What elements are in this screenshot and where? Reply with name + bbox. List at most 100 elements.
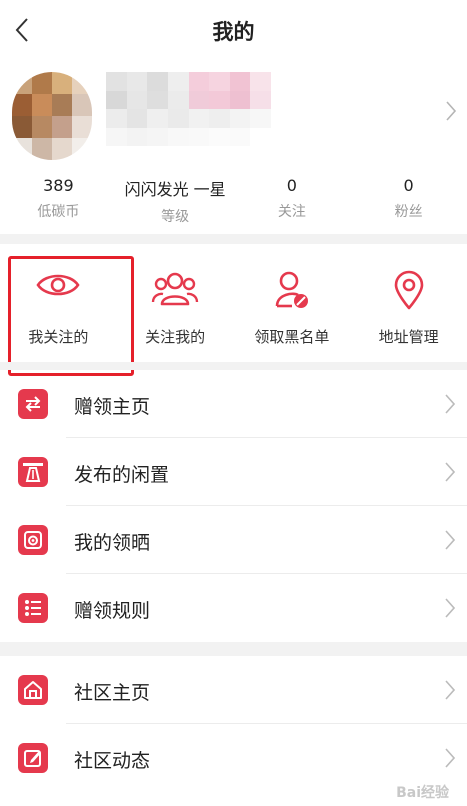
menu-item-label: 发布的闲置 xyxy=(74,464,170,486)
avatar-mosaic-cell xyxy=(52,94,72,116)
menu-item-gift-rules[interactable]: 赠领规则 xyxy=(0,574,467,642)
name-mosaic-cell xyxy=(229,109,251,128)
stat-label: 关注 xyxy=(277,204,306,220)
avatar-mosaic-cell xyxy=(52,72,72,94)
name-mosaic-cell xyxy=(229,127,251,146)
stat-fans[interactable]: 0 粉丝 xyxy=(350,168,467,232)
name-mosaic-cell xyxy=(106,90,127,109)
name-mosaic-cell xyxy=(229,72,251,91)
menu-item-label: 赠领主页 xyxy=(74,396,151,418)
section-divider xyxy=(0,362,467,370)
page-title: 我的 xyxy=(212,20,255,44)
chevron-right-icon xyxy=(445,530,455,550)
stat-coins[interactable]: 389 低碳币 xyxy=(0,168,117,232)
name-mosaic-cell xyxy=(250,72,271,91)
name-mosaic-cell xyxy=(147,109,168,128)
name-mosaic-cell xyxy=(250,90,271,109)
user-block-icon xyxy=(275,271,308,308)
grid-item-label: 地址管理 xyxy=(378,328,439,346)
home-icon xyxy=(18,675,48,705)
name-mosaic-cell xyxy=(147,90,168,109)
name-mosaic-cell xyxy=(250,127,271,146)
swap-icon xyxy=(18,389,48,419)
profile-card[interactable] xyxy=(0,62,467,168)
avatar-mosaic-cell xyxy=(32,72,52,94)
menu-item-label: 社区动态 xyxy=(74,750,151,772)
avatar-mosaic-cell xyxy=(32,116,52,138)
camera-icon xyxy=(18,525,48,555)
name-mosaic-cell xyxy=(209,127,230,146)
menu-item-community-home[interactable]: 社区主页 xyxy=(0,656,467,724)
name-mosaic-cell xyxy=(188,72,210,91)
grid-item-address[interactable]: 地址管理 xyxy=(350,244,467,362)
avatar-mosaic-cell xyxy=(72,72,92,94)
name-mosaic-cell xyxy=(147,127,168,146)
stat-value: 0 xyxy=(286,176,297,195)
avatar-mosaic-cell xyxy=(12,94,32,116)
name-mosaic-cell xyxy=(209,109,230,128)
avatar[interactable] xyxy=(12,72,92,160)
name-mosaic-cell xyxy=(126,72,148,91)
menu-item-label: 赠领规则 xyxy=(74,600,151,622)
menu-item-label: 我的领晒 xyxy=(74,532,151,554)
menu-item-label: 社区主页 xyxy=(74,682,151,704)
avatar-mosaic-cell xyxy=(52,138,72,160)
menu-item-gift-home[interactable]: 赠领主页 xyxy=(0,370,467,438)
name-mosaic-cell xyxy=(209,90,230,109)
avatar-mosaic-cell xyxy=(32,138,52,160)
name-mosaic-cell xyxy=(106,109,127,128)
avatar-mosaic-cell xyxy=(12,138,32,160)
name-mosaic-cell xyxy=(188,90,210,109)
avatar-mosaic-cell xyxy=(72,138,92,160)
name-mosaic-cell xyxy=(126,109,148,128)
chevron-right-icon xyxy=(445,394,455,414)
avatar-mosaic-cell xyxy=(72,116,92,138)
avatar-mosaic-cell xyxy=(12,72,32,94)
name-mosaic-cell xyxy=(229,90,251,109)
stats-row: 389 低碳币 闪闪发光 一星 等级 0 关注 0 粉丝 xyxy=(0,168,467,232)
section-divider xyxy=(0,642,467,656)
highlight-box xyxy=(8,256,134,376)
name-mosaic-cell xyxy=(167,72,189,91)
name-mosaic-cell xyxy=(209,72,230,91)
avatar-mosaic-cell xyxy=(72,94,92,116)
name-mosaic-cell xyxy=(167,109,189,128)
name-mosaic-cell xyxy=(250,109,271,128)
name-mosaic-cell xyxy=(167,90,189,109)
stat-label: 等级 xyxy=(161,209,190,225)
watermark: Bai经验 xyxy=(396,785,449,801)
stat-label: 粉丝 xyxy=(394,204,423,220)
name-mosaic-cell xyxy=(126,90,148,109)
chevron-right-icon xyxy=(445,598,455,618)
grid-item-label: 关注我的 xyxy=(145,328,206,346)
menu-item-published-idle[interactable]: 发布的闲置 xyxy=(0,438,467,506)
chevron-right-icon xyxy=(445,462,455,482)
road-icon xyxy=(18,457,48,487)
username-blurred xyxy=(106,72,271,146)
section-divider xyxy=(0,234,467,244)
name-mosaic-cell xyxy=(167,127,189,146)
stat-value: 389 xyxy=(43,176,74,195)
menu-item-my-shares[interactable]: 我的领晒 xyxy=(0,506,467,574)
location-icon xyxy=(394,270,423,310)
stat-level[interactable]: 闪闪发光 一星 等级 xyxy=(117,168,234,232)
list-icon xyxy=(18,593,48,623)
avatar-mosaic-cell xyxy=(32,94,52,116)
stat-value: 闪闪发光 一星 xyxy=(124,180,226,199)
grid-item-label: 领取黑名单 xyxy=(254,328,330,346)
name-mosaic-cell xyxy=(106,72,127,91)
chevron-right-icon xyxy=(446,101,457,121)
header: 我的 xyxy=(0,0,467,62)
grid-item-followers[interactable]: 关注我的 xyxy=(117,244,234,362)
stat-value: 0 xyxy=(403,176,414,195)
name-mosaic-cell xyxy=(188,127,210,146)
users-icon xyxy=(151,272,199,306)
name-mosaic-cell xyxy=(188,109,210,128)
name-mosaic-cell xyxy=(126,127,148,146)
grid-item-blacklist[interactable]: 领取黑名单 xyxy=(234,244,351,362)
avatar-mosaic-cell xyxy=(52,116,72,138)
name-mosaic-cell xyxy=(147,72,168,91)
chevron-right-icon xyxy=(445,680,455,700)
stat-label: 低碳币 xyxy=(37,204,80,220)
stat-following[interactable]: 0 关注 xyxy=(234,168,351,232)
